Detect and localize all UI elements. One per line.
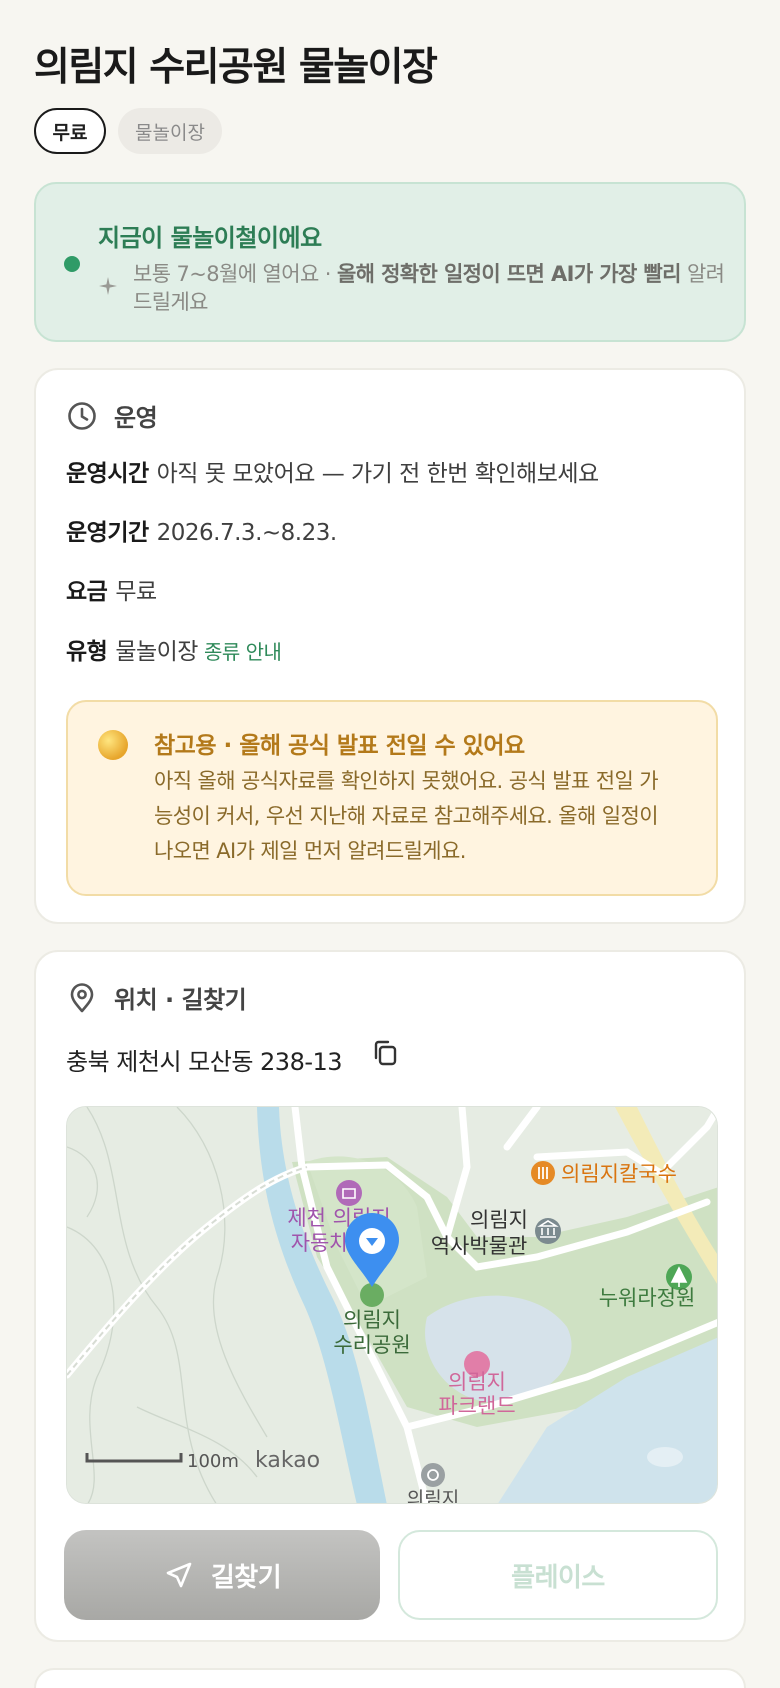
location-title: 위치 · 길찾기 [114,986,247,1014]
location-card: 위치 · 길찾기 충북 제천시 모산동 238-13 의림지칼국수 의림지 역사… [34,950,746,1642]
map-label-park-2: 수리공원 [333,1333,410,1357]
copy-icon[interactable] [370,1038,400,1068]
price-chip: 무료 [34,108,106,154]
sparkle-icon [99,277,117,295]
operation-header: 운영 [66,398,158,433]
fee-value: 무료 [115,579,157,605]
navigation-arrow-icon [166,1562,192,1588]
map-brand-logo: kakao [255,1448,320,1473]
type-guide-link[interactable]: 종류 안내 [204,640,282,664]
season-desc-prefix: 보통 7~8월에 열어요 · [133,262,337,286]
type-value: 물놀이장 [115,639,198,665]
route-button[interactable]: 길찾기 [64,1530,380,1620]
fee-row: 요금 무료 [66,572,157,606]
map-label-museum-2: 역사박물관 [431,1234,528,1258]
operation-title: 운영 [114,404,158,432]
notice-title: 참고용 · 올해 공식 발표 전일 수 있어요 [154,733,525,759]
notice-body: 아직 올해 공식자료를 확인하지 못했어요. 공식 발표 전일 가능성이 커서,… [154,769,659,863]
hours-row: 운영시간 아직 못 모았어요 — 가기 전 한번 확인해보세요 [66,454,599,488]
route-button-label: 길찾기 [210,1562,282,1593]
season-description: 보통 7~8월에 열어요 · 올해 정확한 일정이 뜨면 AI가 가장 빨리 알… [133,260,733,316]
map-canvas[interactable]: 의림지칼국수 의림지 역사박물관 제천 의림지 자동차극장 의림지 수리공원 누… [67,1107,718,1504]
fee-label: 요금 [66,579,108,605]
next-card-edge [34,1668,746,1688]
period-label: 운영기간 [66,520,149,546]
place-button[interactable]: 플레이스 [398,1530,718,1620]
hours-label: 운영시간 [66,461,149,487]
period-row: 운영기간 2026.7.3.~8.23. [66,513,337,547]
map-label-parkland-2: 파크랜드 [438,1394,515,1418]
map-label-park-1: 의림지 [343,1308,401,1332]
location-pin-icon [70,982,94,1012]
status-dot [64,256,80,272]
operation-card: 운영 운영시간 아직 못 모았어요 — 가기 전 한번 확인해보세요 운영기간 20… [34,368,746,924]
type-label: 유형 [66,639,108,665]
map-label-bottom: 의림지 [407,1488,459,1504]
period-value: 2026.7.3.~8.23. [156,520,338,546]
map-label-museum-1: 의림지 [470,1208,528,1232]
map-label-kalguksu: 의림지칼국수 [561,1162,677,1186]
address-text: 충북 제천시 모산동 238-13 [66,1048,343,1076]
map-label-nuwora: 누워라정원 [599,1286,696,1310]
type-row: 유형 물놀이장 종류 안내 [66,632,282,666]
map-label-parkland-1: 의림지 [448,1370,506,1394]
page-title: 의림지 수리공원 물놀이장 [34,45,438,90]
moon-icon [98,730,128,760]
season-headline: 지금이 물놀이철이에요 [98,224,322,252]
hours-value: 아직 못 모았어요 — 가기 전 한번 확인해보세요 [156,461,600,487]
season-desc-bold: 올해 정확한 일정이 뜨면 AI가 가장 빨리 [336,262,682,286]
map-scale: 100m [187,1451,239,1472]
reference-notice: 참고용 · 올해 공식 발표 전일 수 있어요 아직 올해 공식자료를 확인하지… [66,700,718,896]
season-banner: 지금이 물놀이철이에요 보통 7~8월에 열어요 · 올해 정확한 일정이 뜨면… [34,182,746,342]
clock-icon [68,401,96,430]
location-header: 위치 · 길찾기 [66,980,247,1015]
category-chip[interactable]: 물놀이장 [118,108,222,154]
location-map[interactable]: 의림지칼국수 의림지 역사박물관 제천 의림지 자동차극장 의림지 수리공원 누… [66,1106,718,1504]
